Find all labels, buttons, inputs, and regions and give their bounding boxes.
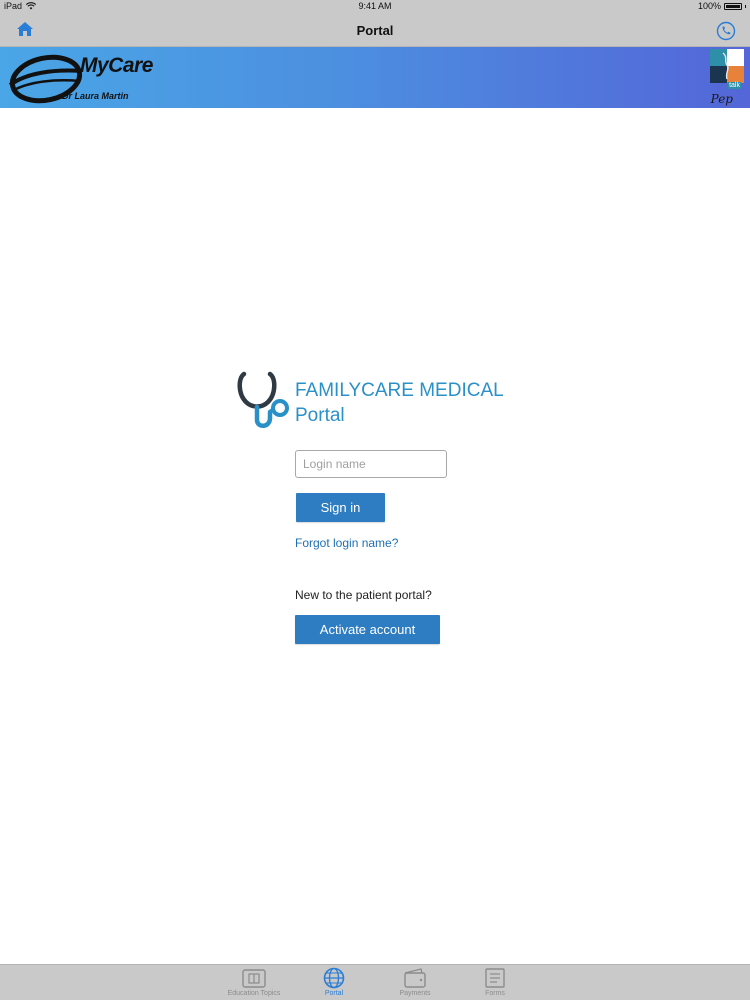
forgot-login-link[interactable]: Forgot login name? [295,536,398,550]
brand-name: MyCare [80,54,153,77]
brand-subtitle: Dr Laura Martin [62,91,129,101]
new-user-prompt: New to the patient portal? [295,588,432,602]
globe-icon [323,967,345,989]
tab-label: Forms [485,990,505,997]
pep-talk-badge: talk [728,82,741,89]
portal-subtitle: Portal [295,405,345,426]
navigation-bar: Portal [0,14,750,47]
tab-label: Payments [399,990,431,997]
status-right: 100% [698,1,746,11]
activate-account-button[interactable]: Activate account [295,615,440,644]
battery-percent: 100% [697,1,721,11]
battery-icon [724,2,742,10]
status-bar: iPad 9:41 AM 100% [0,0,750,14]
pep-logo-text: Pep [710,92,733,106]
page-title: Portal [356,23,394,38]
tab-label: Education Topics [227,990,281,997]
tab-bar: Education Topics Portal Payments Forms [0,964,750,1000]
book-icon [242,969,266,988]
battery-tip [745,4,746,8]
stethoscope-icon [237,371,289,428]
tab-payments[interactable]: Payments [375,965,455,1001]
login-name-input[interactable] [295,450,447,478]
clinic-name: FAMILYCARE MEDICAL [295,380,504,401]
status-time: 9:41 AM [358,1,392,11]
tab-portal[interactable]: Portal [294,965,374,1001]
wallet-icon [404,968,426,988]
tab-education-topics[interactable]: Education Topics [214,965,294,1001]
sign-in-button[interactable]: Sign in [296,493,385,522]
tab-label: Portal [324,990,344,997]
phone-icon[interactable] [716,21,736,41]
tab-forms[interactable]: Forms [455,965,535,1001]
document-icon [485,968,505,988]
